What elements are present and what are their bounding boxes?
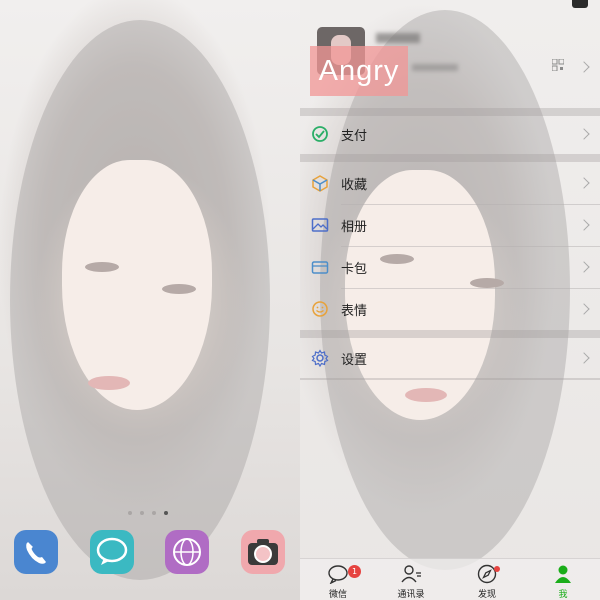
section-divider (300, 330, 600, 338)
angry-sticker-overlay: Angry (310, 46, 408, 96)
menu-item-label: 卡包 (341, 262, 368, 277)
chevron-right-icon (578, 352, 590, 364)
menu-item-pay[interactable]: 支付 (300, 114, 600, 154)
tab-label: 通讯录 (397, 590, 425, 600)
tab-label: 发现 (477, 590, 496, 600)
page-dot (140, 511, 144, 515)
chevron-right-icon (578, 128, 590, 140)
page-indicator (128, 511, 168, 515)
phone-app-icon[interactable] (14, 530, 58, 574)
wechat-me-screen: Angry 支付 收藏 相册 卡包 表情 设置 1 微信 通讯录 发现 我 (300, 0, 600, 600)
contacts-icon (401, 565, 421, 583)
tab-label: 微信 (328, 590, 347, 600)
browser-app-icon[interactable] (165, 530, 209, 574)
page-dot (152, 511, 156, 515)
chat-bubble-icon (328, 565, 348, 584)
chevron-right-icon (578, 303, 590, 315)
menu-item-favorites[interactable]: 收藏 (300, 163, 600, 203)
section-divider (300, 378, 600, 380)
menu-item-label: 收藏 (341, 178, 368, 193)
menu-item-cards[interactable]: 卡包 (300, 247, 600, 287)
menu-item-label: 支付 (341, 129, 368, 144)
smiley-icon (312, 301, 328, 317)
tab-contacts[interactable]: 通讯录 (381, 559, 441, 600)
chevron-right-icon (578, 177, 590, 189)
wallet-icon (311, 261, 329, 274)
wechat-id-blurred (412, 64, 458, 71)
pay-check-icon (312, 126, 328, 142)
menu-item-label: 设置 (341, 353, 368, 368)
page-dot (128, 511, 132, 515)
nickname-blurred (376, 33, 420, 43)
camera-app-icon[interactable] (241, 530, 285, 574)
chevron-right-icon (578, 261, 590, 273)
cube-icon (312, 175, 328, 192)
camera-icon[interactable] (572, 0, 588, 8)
tab-discover[interactable]: 发现 (457, 559, 517, 600)
wallpaper-eye-right (162, 284, 196, 294)
menu-item-stickers[interactable]: 表情 (300, 289, 600, 329)
tab-me[interactable]: 我 (533, 559, 593, 600)
qr-code-icon[interactable] (552, 59, 564, 71)
chevron-right-icon (578, 219, 590, 231)
gear-icon (311, 349, 329, 367)
page-dot-active (164, 511, 168, 515)
menu-item-label: 相册 (341, 220, 368, 235)
menu-item-settings[interactable]: 设置 (300, 338, 600, 378)
menu-item-album[interactable]: 相册 (300, 205, 600, 245)
section-divider (300, 154, 600, 162)
tab-chats[interactable]: 1 微信 (308, 559, 368, 600)
person-icon (555, 565, 571, 583)
wallpaper-eye-left (85, 262, 119, 272)
messages-app-icon[interactable] (90, 530, 134, 574)
unread-badge: 1 (348, 565, 361, 578)
menu-item-label: 表情 (341, 304, 368, 319)
tab-label: 我 (558, 590, 568, 600)
notification-dot (494, 566, 500, 572)
wallpaper-lips (88, 376, 130, 390)
bottom-tab-bar: 1 微信 通讯录 发现 我 (300, 558, 600, 600)
chevron-right-icon (578, 61, 590, 73)
wallpaper-lips (405, 388, 447, 402)
picture-icon (311, 218, 329, 232)
home-screen (0, 0, 300, 600)
